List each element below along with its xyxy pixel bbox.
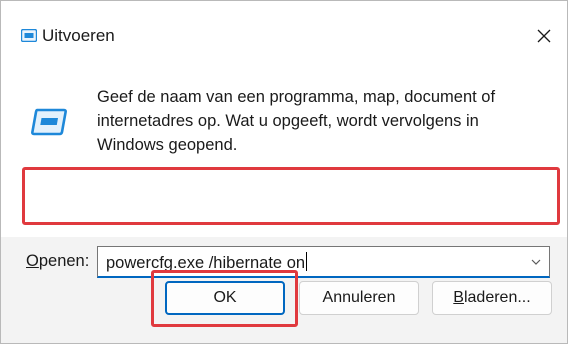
ok-button[interactable]: OK — [165, 281, 285, 315]
window-title: Uitvoeren — [42, 26, 115, 45]
description-text: Geef de naam van een programma, map, doc… — [97, 88, 496, 154]
run-dialog: Uitvoeren Geef de naam van een programma… — [0, 0, 568, 344]
text-caret — [306, 252, 308, 271]
open-input[interactable]: powercfg.exe /hibernate on — [106, 252, 308, 273]
open-label: Openen: — [26, 252, 90, 270]
open-row: Openen: powercfg.exe /hibernate on — [23, 242, 550, 282]
open-combobox[interactable]: powercfg.exe /hibernate on — [97, 246, 550, 278]
title-bar[interactable]: Uitvoeren — [1, 1, 567, 65]
run-icon — [21, 29, 37, 42]
dialog-content: Geef de naam van een programma, map, doc… — [1, 65, 567, 237]
browse-button[interactable]: Bladeren... — [432, 281, 552, 315]
chevron-down-icon[interactable] — [529, 255, 543, 269]
run-icon — [31, 108, 67, 136]
cancel-button[interactable]: Annuleren — [299, 281, 419, 315]
close-icon — [537, 29, 551, 43]
close-button[interactable] — [521, 19, 567, 53]
